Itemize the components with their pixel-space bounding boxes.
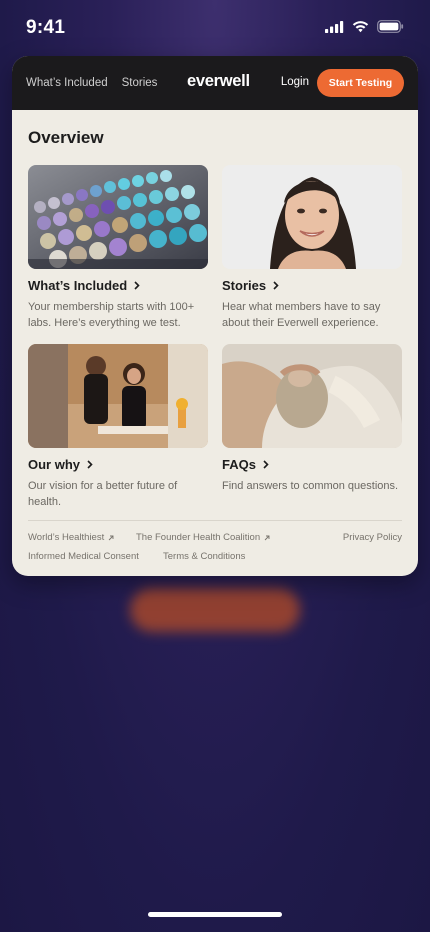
- footer-divider: [28, 520, 402, 521]
- signal-icon: [325, 20, 344, 38]
- login-link[interactable]: Login: [281, 76, 309, 88]
- footer-link-worlds-healthiest[interactable]: World’s Healthiest: [28, 532, 114, 543]
- mother-holding-baby-image: [222, 344, 402, 448]
- status-time: 9:41: [26, 17, 66, 38]
- tile-faqs[interactable]: FAQs Find answers to common questions.: [222, 344, 402, 494]
- nav-link-whats-included[interactable]: What’s Included: [26, 77, 108, 89]
- chevron-right-icon: [263, 460, 269, 469]
- tile-desc-our-why: Our vision for a better future of health…: [28, 480, 178, 508]
- external-link-icon: [108, 535, 114, 540]
- kitchen-friends-image: [28, 344, 208, 448]
- external-link-icon: [264, 535, 270, 540]
- start-testing-button[interactable]: Start Testing: [317, 69, 404, 97]
- tile-desc-faqs: Find answers to common questions.: [222, 480, 399, 492]
- smiling-woman-portrait: [222, 165, 402, 269]
- nav-bar: What’s Included Stories everwell Login S…: [12, 56, 418, 110]
- footer-link-privacy-policy[interactable]: Privacy Policy: [343, 532, 402, 543]
- footer-link-terms-conditions[interactable]: Terms & Conditions: [163, 551, 245, 562]
- menu-card: What’s Included Stories everwell Login S…: [12, 56, 418, 576]
- tile-desc-whats-included: Your membership starts with 100+ labs. H…: [28, 301, 195, 329]
- footer-link-founder-health-coalition[interactable]: The Founder Health Coalition: [136, 532, 270, 543]
- tile-title-stories: Stories: [222, 278, 402, 293]
- lab-vials-image: [28, 165, 208, 269]
- overview-section: Overview What’s Included Your membership…: [12, 128, 418, 508]
- tile-title-faqs: FAQs: [222, 457, 402, 472]
- chevron-right-icon: [134, 281, 140, 290]
- tile-whats-included[interactable]: What’s Included Your membership starts w…: [28, 165, 208, 331]
- overview-title: Overview: [28, 128, 104, 147]
- wifi-icon: [352, 20, 369, 38]
- tile-our-why[interactable]: Our why Our vision for a better future o…: [28, 344, 208, 510]
- background-blurred-button: [130, 588, 300, 632]
- everwell-logo[interactable]: everwell: [187, 72, 250, 91]
- chevron-right-icon: [273, 281, 279, 290]
- footer-link-informed-medical-consent[interactable]: Informed Medical Consent: [28, 551, 139, 562]
- tile-title-whats-included: What’s Included: [28, 278, 208, 293]
- tile-desc-stories: Hear what members have to say about thei…: [222, 301, 381, 329]
- tile-stories[interactable]: Stories Hear what members have to say ab…: [222, 165, 402, 331]
- tile-title-our-why: Our why: [28, 457, 208, 472]
- nav-link-stories[interactable]: Stories: [122, 77, 158, 89]
- home-indicator[interactable]: [148, 912, 282, 917]
- chevron-right-icon: [87, 460, 93, 469]
- battery-icon: [377, 20, 404, 38]
- status-icons: [325, 20, 404, 38]
- status-bar: 9:41: [0, 0, 430, 56]
